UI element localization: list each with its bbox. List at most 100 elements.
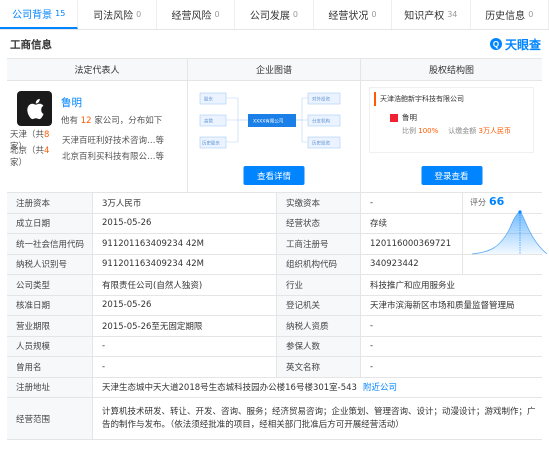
field-value: 2015-05-26 [93, 213, 277, 233]
graph-node-label: 高管 [204, 118, 213, 125]
field-label: 经营范围 [7, 398, 93, 439]
graph-preview: 股东 高管 历史股东 对外投资 分支机构 历史投资 XXXX有限公司 [188, 81, 360, 168]
holder-name: 鲁明 [402, 113, 417, 122]
tab-count: 34 [447, 10, 458, 19]
brand-name: 天眼查 [504, 37, 541, 52]
tab-operations[interactable]: 经营状况 0 [314, 0, 393, 29]
field-label: 登记机关 [277, 295, 361, 315]
tab-count: 0 [214, 10, 220, 19]
field-value: - [370, 361, 374, 372]
field-label: 注册资本 [7, 193, 93, 213]
enterprise-graph-card: 企业图谱 股东 高管 历史股东 对外投资 分支机构 历史投资 XXXX有限公司 … [188, 59, 361, 192]
field-value: 911201163409234 42M [93, 254, 277, 274]
field-value: - [361, 193, 463, 213]
legal-rep-summary: 他有 12 家公司，分布如下 [61, 114, 162, 126]
field-value: 存续 [361, 213, 463, 233]
company-name: 北京百利买科技有限公…等 [62, 152, 165, 162]
table-row: 成立日期 2015-05-26 经营状态 存续 [7, 213, 542, 234]
field-value: 340923442 [361, 254, 463, 274]
city: 北京 [10, 146, 28, 156]
card-header: 法定代表人 [7, 59, 187, 81]
field-label: 成立日期 [7, 213, 93, 233]
login-view-button[interactable]: 登录查看 [421, 166, 482, 185]
field-value: 3万人民币 [93, 193, 277, 213]
city: 天津 [10, 130, 28, 140]
tab-label: 历史信息 [485, 11, 526, 22]
field-value: 120116000369721 [361, 234, 463, 254]
summary-count: 12 [80, 116, 92, 126]
graph-node-label: 股东 [204, 96, 213, 103]
table-row: 经营范围 计算机技术研发、转让、开发、咨询、服务；经济贸易咨询；企业策划、管理咨… [7, 398, 542, 440]
profile-cards: 法定代表人 鲁明 他有 12 家公司，分布如下 天津（共8家） 天津百旺利好技术… [7, 58, 542, 193]
city-count: 8 [44, 130, 50, 140]
brand-logo[interactable]: Q 天眼查 [489, 36, 541, 53]
tab-label: 公司背景 [12, 10, 53, 21]
apple-logo-icon [17, 91, 52, 126]
city-count: 4 [44, 146, 50, 156]
table-row: 曾用名 - 英文名称 - [7, 357, 542, 378]
tab-label: 司法风险 [93, 11, 134, 22]
address-text: 天津生态城中天大道2018号生态城科技园办公楼16号楼301室-543 [102, 383, 357, 394]
field-label: 人员规模 [7, 336, 93, 356]
ratio-label: 比例 [402, 127, 416, 135]
table-row: 营业期限 2015-05-26至无固定期限 纳税人资质 - [7, 316, 542, 337]
field-label: 组织机构代码 [277, 254, 361, 274]
field-value: 天津生态城中天大道2018号生态城科技园办公楼16号楼301室-543 附近公司 [93, 378, 542, 398]
summary-prefix: 他有 [61, 116, 79, 126]
location-list: 天津（共8家） 天津百旺利好技术咨询…等 北京（共4家） 北京百利买科技有限公…… [7, 126, 187, 168]
field-label: 营业期限 [7, 316, 93, 336]
field-label: 核准日期 [7, 295, 93, 315]
field-value: 科技推广和应用服务业 [370, 280, 456, 291]
tab-label: 经营风险 [171, 11, 212, 22]
graph-center-label: XXXX有限公司 [253, 118, 283, 125]
tab-label: 知识产权 [404, 11, 445, 22]
graph-node-label: 历史投资 [312, 140, 330, 147]
score-label: 评分 [470, 198, 486, 207]
nearby-companies-link[interactable]: 附近公司 [363, 381, 397, 393]
field-label: 纳税人识别号 [7, 254, 93, 274]
table-row: 统一社会信用代码 911201163409234 42M 工商注册号 12011… [7, 234, 542, 255]
tab-count: 0 [136, 10, 142, 19]
section-header: 工商信息 Q 天眼查 [0, 30, 549, 58]
field-label: 统一社会信用代码 [7, 234, 93, 254]
list-item[interactable]: 北京（共4家） 北京百利买科技有限公…等 [10, 146, 187, 168]
graph-node-label: 历史股东 [202, 140, 220, 147]
tab-count: 0 [292, 10, 299, 19]
field-label: 实缴资本 [277, 193, 361, 213]
view-details-button[interactable]: 查看详情 [243, 166, 305, 185]
field-value: 天津市滨海新区市场和质量监督管理局 [370, 301, 515, 312]
field-value: 2015-05-26 [93, 295, 277, 315]
score-widget[interactable]: 评分 66 [470, 195, 549, 257]
graph-node-label: 对外投资 [312, 96, 330, 103]
legal-rep-name[interactable]: 鲁明 [61, 95, 162, 110]
table-row: 注册资本 3万人民币 实缴资本 - [7, 193, 542, 214]
tab-ip[interactable]: 知识产权 34 [392, 0, 471, 29]
field-label: 曾用名 [7, 357, 93, 377]
equity-company: 天津浩鲍新宇科技有限公司 [374, 92, 529, 106]
tab-count: 0 [528, 10, 534, 19]
tab-company-background[interactable]: 公司背景 15 [0, 0, 79, 29]
tab-development[interactable]: 公司发展 0 [235, 0, 314, 29]
ratio-value: 100% [418, 127, 439, 135]
tab-judicial-risk[interactable]: 司法风险 0 [78, 0, 157, 29]
tab-label: 经营状况 [328, 11, 369, 22]
card-header: 股权结构图 [361, 59, 542, 81]
field-value: 计算机技术研发、转让、开发、咨询、服务；经济贸易咨询；企业策划、管理咨询、设计；… [102, 406, 536, 430]
field-value: 2015-05-26至无固定期限 [93, 316, 277, 336]
table-row: 注册地址 天津生态城中天大道2018号生态城科技园办公楼16号楼301室-543… [7, 377, 542, 398]
tab-history[interactable]: 历史信息 0 [471, 0, 549, 29]
field-value: 911201163409234 42M [93, 234, 277, 254]
card-header: 企业图谱 [188, 59, 360, 81]
tab-count: 0 [371, 10, 377, 19]
field-value: - [93, 336, 277, 356]
table-row: 人员规模 - 参保人数 - [7, 336, 542, 357]
holder-avatar [390, 114, 398, 122]
table-row: 纳税人识别号 911201163409234 42M 组织机构代码 340923… [7, 254, 542, 275]
company-name: 天津百旺利好技术咨询…等 [62, 136, 165, 146]
field-value: - [370, 341, 374, 352]
field-label: 行业 [277, 275, 361, 295]
field-value: 有限责任公司(自然人独资) [93, 275, 277, 295]
capital-label: 认缴金额 [448, 127, 477, 135]
section-title: 工商信息 [10, 38, 52, 51]
tab-business-risk[interactable]: 经营风险 0 [157, 0, 236, 29]
